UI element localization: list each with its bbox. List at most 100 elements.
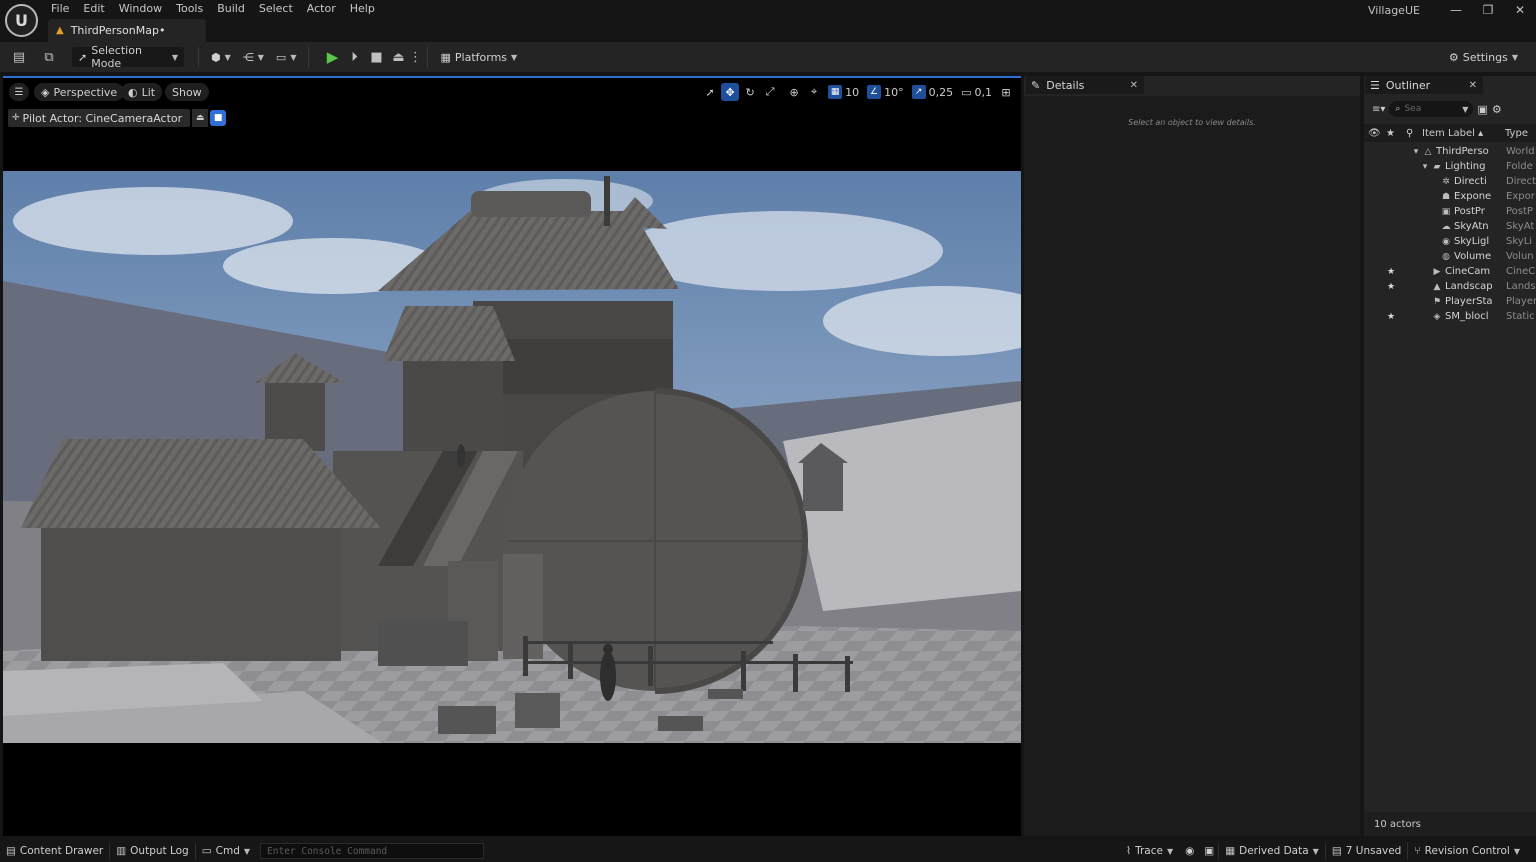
outliner-toolbar: ≡▾ ⌕ Sea ▼ ▣ ⚙	[1364, 98, 1536, 120]
menu-build[interactable]: Build	[210, 0, 252, 18]
favorite-star-icon[interactable]: ★	[1386, 267, 1396, 277]
outliner-row[interactable]: ◉ SkyLigl SkyLi	[1364, 234, 1536, 249]
actor-type-icon: △	[1424, 146, 1432, 157]
show-button[interactable]: Show	[165, 83, 209, 101]
outliner-item-type: Lands	[1506, 281, 1536, 292]
outliner-search-input[interactable]: ⌕ Sea ▼	[1389, 101, 1474, 117]
visibility-eye-icon[interactable]: 👁	[1368, 128, 1381, 139]
favorite-star-icon[interactable]: ★	[1386, 128, 1395, 139]
outliner-row[interactable]: ▣ PostPr PostP	[1364, 204, 1536, 219]
outliner-row[interactable]: ★ ▶ CineCam CineC	[1364, 264, 1536, 279]
viewport-menu-icon[interactable]: ☰	[9, 83, 29, 101]
browse-content-icon[interactable]: ⧉	[38, 46, 60, 68]
close-icon[interactable]: ✕	[1469, 80, 1477, 91]
world-local-icon[interactable]: ⊕	[785, 83, 803, 101]
outliner-item-type: Volun	[1506, 251, 1534, 262]
outliner-row[interactable]: ▾ ▰ Lighting Folde	[1364, 159, 1536, 174]
menu-tools[interactable]: Tools	[169, 0, 210, 18]
blueprints-dropdown[interactable]: ⋲ ▼	[237, 46, 270, 68]
outliner-row[interactable]: ✲ Directi Direct	[1364, 174, 1536, 189]
document-tab-thirdpersonmap[interactable]: ▲ ThirdPersonMap•	[48, 19, 206, 42]
pilot-actor-text: Pilot Actor: CineCameraActor	[22, 111, 183, 125]
camera-speed-button[interactable]: ▭ 0,1	[958, 83, 995, 101]
play-options-icon[interactable]: ⋮	[409, 46, 422, 68]
menu-edit[interactable]: Edit	[76, 0, 111, 18]
trace-dropdown[interactable]: ⌇ Trace ▼	[1120, 840, 1179, 862]
outliner-item-type: SkyAt	[1506, 221, 1535, 232]
play-icon[interactable]: ▶	[321, 46, 343, 68]
close-icon[interactable]: ✕	[1130, 80, 1138, 91]
platforms-dropdown[interactable]: ▦ Platforms ▼	[434, 46, 523, 68]
surface-snap-icon[interactable]: ⌖	[805, 83, 823, 101]
outliner-row[interactable]: ☗ Expone Expor	[1364, 189, 1536, 204]
details-tab[interactable]: ✎ Details ✕	[1026, 76, 1144, 94]
actor-type-icon: ▣	[1441, 206, 1451, 217]
revision-control-dropdown[interactable]: ⑂ Revision Control ▼	[1408, 840, 1526, 862]
actor-count: 10 actors	[1364, 812, 1536, 836]
viewport-layout-icon[interactable]: ⊞	[997, 83, 1015, 101]
expand-arrow-icon[interactable]: ▾	[1410, 147, 1422, 157]
grid-snap-toggle[interactable]: ▦ 10	[825, 83, 862, 101]
rotation-snap-toggle[interactable]: ∠ 10°	[864, 83, 907, 101]
favorite-star-icon[interactable]: ★	[1386, 282, 1396, 292]
outliner-panel: ☰ Outliner ✕ ≡▾ ⌕ Sea ▼ ▣ ⚙ 👁 ★ ⚲ Item L…	[1364, 76, 1536, 836]
outliner-row[interactable]: ▾ △ ThirdPerso World	[1364, 144, 1536, 159]
outliner-tab[interactable]: ☰ Outliner ✕	[1365, 76, 1483, 94]
camera-icon[interactable]: ▣	[1200, 840, 1218, 862]
perspective-button[interactable]: ◈ Perspective	[34, 83, 125, 101]
record-icon[interactable]: ◉	[1179, 840, 1200, 862]
select-tool-icon[interactable]: ➚	[701, 83, 719, 101]
scale-snap-toggle[interactable]: ↗ 0,25	[909, 83, 957, 101]
cinematics-dropdown[interactable]: ▭ ▼	[270, 46, 303, 68]
add-actor-dropdown[interactable]: ⬢ ▼	[205, 46, 237, 68]
derived-data-dropdown[interactable]: ▦ Derived Data ▼	[1219, 840, 1325, 862]
outliner-item-label: SkyLigl	[1454, 236, 1490, 247]
angle-icon: ∠	[867, 85, 882, 99]
restore-button[interactable]: ❐	[1472, 0, 1504, 20]
advance-frame-icon[interactable]: ⏵	[343, 46, 365, 68]
menu-actor[interactable]: Actor	[300, 0, 343, 18]
menu-file[interactable]: File	[44, 0, 76, 18]
menu-window[interactable]: Window	[112, 0, 169, 18]
close-button[interactable]: ✕	[1504, 0, 1536, 20]
item-label-column[interactable]: Item Label ▴	[1422, 128, 1483, 139]
gear-icon[interactable]: ⚙	[1492, 103, 1502, 116]
selection-mode-dropdown[interactable]: ➚ Selection Mode ▼	[72, 44, 184, 70]
expand-arrow-icon[interactable]: ▾	[1419, 162, 1431, 172]
eject-pilot-icon[interactable]: ⏏	[192, 109, 209, 127]
outliner-row[interactable]: ★ ◈ SM_blocl Static	[1364, 309, 1536, 324]
outliner-item-label: Directi	[1454, 176, 1487, 187]
outliner-row[interactable]: ◍ Volume Volun	[1364, 249, 1536, 264]
outliner-row[interactable]: ☁ SkyAtn SkyAt	[1364, 219, 1536, 234]
unsaved-button[interactable]: ▤ 7 Unsaved	[1326, 840, 1408, 862]
outliner-row[interactable]: ⚑ PlayerSta Player	[1364, 294, 1536, 309]
settings-dropdown[interactable]: ⚙ Settings ▼	[1443, 46, 1524, 68]
add-folder-icon[interactable]: ▣	[1477, 103, 1487, 116]
rotate-tool-icon[interactable]: ↻	[741, 83, 759, 101]
outliner-tree: ▾ △ ThirdPerso World ▾ ▰ Lighting Folde ✲ Directi…	[1364, 144, 1536, 324]
filter-icon[interactable]: ≡▾	[1372, 104, 1385, 115]
content-drawer-button[interactable]: ▤ Content Drawer	[0, 840, 109, 862]
level-viewport[interactable]: ☰ ◈ Perspective ◐ Lit Show ➚ ✥ ↻ ⤢ ⊕ ⌖ ▦…	[3, 76, 1021, 836]
menu-help[interactable]: Help	[343, 0, 382, 18]
favorite-star-icon[interactable]: ★	[1386, 312, 1396, 322]
stop-icon[interactable]: ■	[365, 46, 387, 68]
minimize-button[interactable]: —	[1440, 0, 1472, 20]
menu-select[interactable]: Select	[252, 0, 300, 18]
unreal-logo-icon[interactable]: U	[5, 4, 38, 37]
output-log-button[interactable]: ▥ Output Log	[110, 840, 195, 862]
viewport-toolbar: ☰ ◈ Perspective ◐ Lit Show ➚ ✥ ↻ ⤢ ⊕ ⌖ ▦…	[3, 80, 1021, 104]
camera-lock-icon[interactable]: ■	[210, 110, 227, 126]
scale-arrow-icon: ↗	[911, 85, 926, 99]
eject-icon[interactable]: ⏏	[387, 46, 409, 68]
save-icon[interactable]: ▤	[8, 46, 30, 68]
cmd-dropdown[interactable]: ▭ Cmd ▼	[196, 840, 256, 862]
scale-tool-icon[interactable]: ⤢	[761, 83, 779, 101]
outliner-row[interactable]: ★ ▲ Landscap Lands	[1364, 279, 1536, 294]
lit-button[interactable]: ◐ Lit	[121, 83, 163, 101]
pin-icon[interactable]: ⚲	[1406, 128, 1413, 139]
outliner-item-type: Folde	[1506, 161, 1533, 172]
translate-tool-icon[interactable]: ✥	[721, 83, 740, 101]
type-column[interactable]: Type	[1505, 128, 1528, 139]
console-command-input[interactable]	[260, 843, 485, 859]
